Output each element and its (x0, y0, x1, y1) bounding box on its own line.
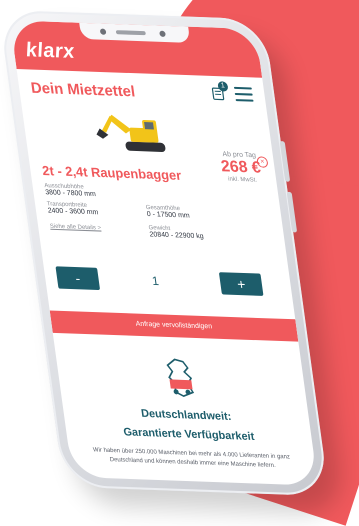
spec-item: Gewicht20840 - 22900 kg (148, 225, 204, 240)
feature-title-line2: Garantierte Verfügbarkeit (65, 424, 312, 446)
price-block: Ab pro Tag 268 € inkl. MwSt. (219, 151, 263, 184)
spec-list: Ausschubhöhe3800 - 7800 mm Transportbrei… (44, 183, 242, 190)
klarx-logo[interactable]: klarx (24, 39, 76, 64)
camera-dot (159, 31, 166, 37)
page-title: Dein Mietzettel (30, 80, 136, 101)
feature-title-line1: Deutschlandweit: (63, 405, 310, 427)
feature-section: Deutschlandweit: Garantierte Verfügbarke… (53, 333, 318, 486)
speaker-grille (116, 30, 146, 35)
decrement-button[interactable]: - (55, 266, 100, 290)
feature-text: Wir haben über 250.000 Maschinen bei meh… (92, 446, 293, 471)
quantity-stepper: - 1 + (55, 266, 267, 304)
product-card: × Ab pro Tag 268 € inkl. MwSt. 2t - 2,4t… (21, 103, 294, 315)
phone-notch (79, 23, 190, 43)
hamburger-menu-icon[interactable] (234, 87, 254, 102)
price-value: 268 € (220, 158, 262, 178)
germany-map-icon (153, 357, 210, 399)
spec-item: Gesamthöhe0 - 17500 mm (146, 205, 191, 220)
sensor-dot (100, 29, 107, 35)
details-link[interactable]: Siehe alle Details > (50, 224, 102, 232)
spec-item: Transportbreite2400 - 3600 mm (47, 201, 99, 216)
increment-button[interactable]: + (219, 272, 264, 296)
product-name[interactable]: 2t - 2,4t Raupenbagger (41, 163, 182, 183)
spec-item: Ausschubhöhe3800 - 7800 mm (44, 183, 96, 198)
quantity-value: 1 (151, 274, 160, 288)
excavator-image (91, 108, 177, 158)
